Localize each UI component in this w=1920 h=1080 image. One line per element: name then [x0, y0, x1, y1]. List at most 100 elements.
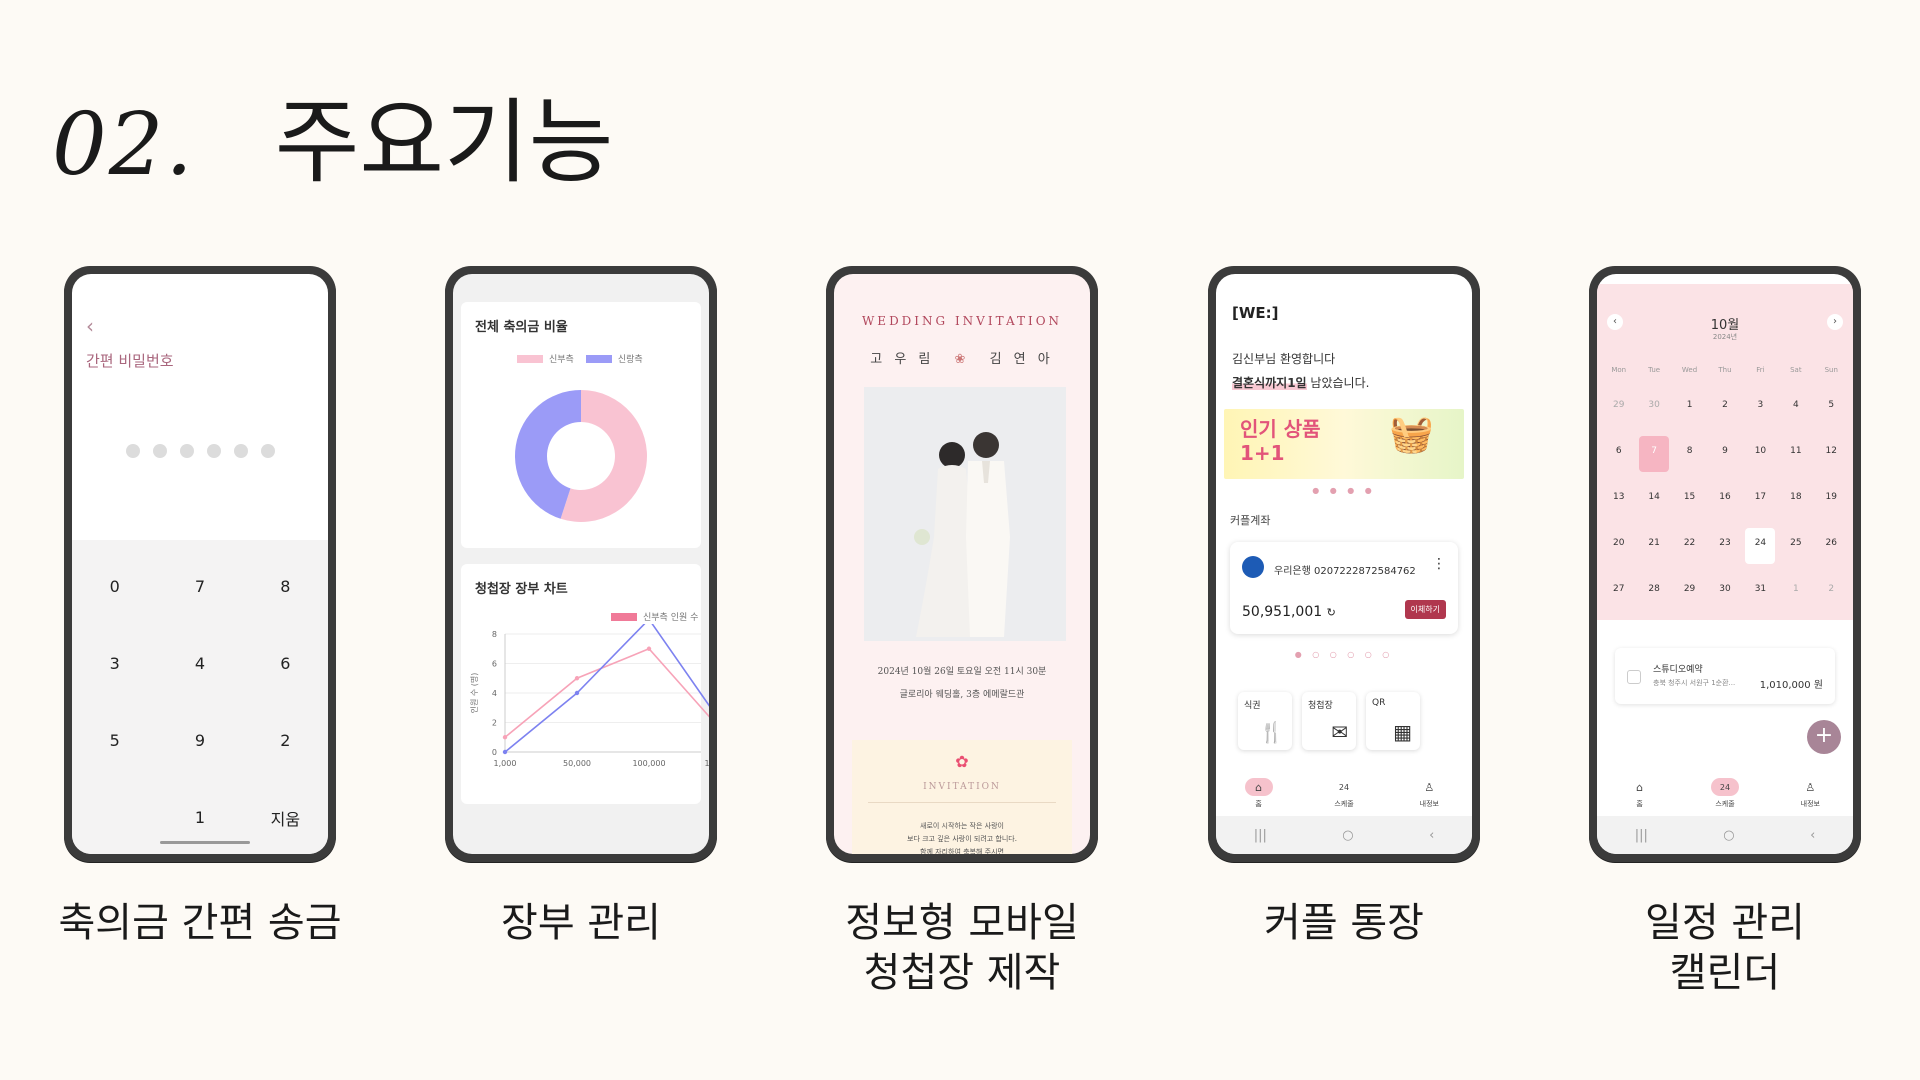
calendar-day[interactable]: 29: [1672, 580, 1707, 626]
calendar-day[interactable]: 3: [1743, 396, 1778, 442]
more-vertical-icon[interactable]: ⋮: [1432, 556, 1446, 572]
day-number: 21: [1648, 538, 1660, 548]
calendar-day[interactable]: 9: [1707, 442, 1742, 488]
delete-button[interactable]: 지움: [243, 779, 328, 854]
calendar-day[interactable]: 16: [1707, 488, 1742, 534]
key-button[interactable]: 9: [157, 702, 242, 779]
recent-apps-icon[interactable]: |||: [1635, 828, 1648, 843]
basket-icon: 🧺: [1389, 414, 1434, 455]
event-title: 스튜디오예약: [1653, 665, 1703, 675]
key-button[interactable]: 8: [243, 548, 328, 625]
key-button[interactable]: 7: [157, 548, 242, 625]
day-number: 24: [1745, 528, 1776, 564]
user-icon: ♙: [1805, 780, 1816, 794]
calendar-day[interactable]: 12: [1814, 442, 1849, 488]
day-number: 15: [1683, 492, 1696, 502]
key-button[interactable]: 6: [243, 625, 328, 702]
nav-schedule[interactable]: 24 스케줄: [1695, 778, 1755, 809]
refresh-icon[interactable]: ↻: [1327, 606, 1336, 619]
calendar-day[interactable]: 7: [1636, 436, 1671, 488]
calendar-day[interactable]: 15: [1672, 488, 1707, 534]
calendar-day[interactable]: 4: [1778, 396, 1813, 442]
key-button[interactable]: 5: [72, 702, 157, 779]
calendar-day[interactable]: 10: [1743, 442, 1778, 488]
phone-screen: [WE:] 김신부님 환영합니다 결혼식까지1일 남았습니다. 인기 상품 1+…: [1216, 274, 1472, 854]
account-balance: 50,951,001 ↻: [1242, 604, 1336, 620]
calendar-day[interactable]: 14: [1636, 488, 1671, 534]
calendar-day[interactable]: 1: [1672, 396, 1707, 442]
transfer-button[interactable]: 이체하기: [1404, 600, 1446, 619]
calendar-day[interactable]: 24: [1743, 528, 1778, 580]
x-tick-label: 100,000: [632, 759, 665, 768]
calendar-day[interactable]: 1: [1778, 580, 1813, 626]
back-icon[interactable]: ‹: [1429, 828, 1434, 843]
day-number: 1: [1686, 400, 1693, 410]
nav-label: 스케줄: [1715, 800, 1735, 808]
chevron-right-icon[interactable]: ›: [1827, 314, 1843, 330]
calendar-day[interactable]: 22: [1672, 534, 1707, 580]
key-button[interactable]: 4: [157, 625, 242, 702]
event-card[interactable]: 스튜디오예약 충북 청주시 서원구 1순환... 1,010,000 원: [1615, 648, 1835, 704]
invitation-tile[interactable]: 청첩장 ✉: [1302, 692, 1356, 750]
calendar-day[interactable]: 5: [1814, 396, 1849, 442]
line-legend: 신부측 인원 수: [611, 610, 698, 623]
calendar-day[interactable]: 20: [1601, 534, 1636, 580]
weekday-label: Sun: [1824, 366, 1838, 374]
calendar-day[interactable]: 18: [1778, 488, 1813, 534]
calendar-day[interactable]: 29: [1601, 396, 1636, 442]
calendar-day[interactable]: 2: [1707, 396, 1742, 442]
calendar-day[interactable]: 21: [1636, 534, 1671, 580]
calendar-day[interactable]: 23: [1707, 534, 1742, 580]
phone-mockup-calendar: ‹ 10월 2024년 › Mon Tue Wed Thu Fri Sat Sun 29 30…: [1589, 266, 1861, 862]
nav-home[interactable]: ⌂ 홈: [1610, 778, 1670, 809]
nav-profile[interactable]: ♙ 내정보: [1780, 778, 1840, 809]
back-icon[interactable]: ‹: [1810, 828, 1815, 843]
calendar-day[interactable]: 30: [1707, 580, 1742, 626]
card-icon: ✉: [1331, 720, 1348, 744]
key-button[interactable]: 3: [72, 625, 157, 702]
divider: [868, 802, 1056, 803]
home-button-icon[interactable]: ○: [1342, 828, 1353, 843]
calendar-day[interactable]: 6: [1601, 442, 1636, 488]
legend-label-bride-count: 신부측 인원 수: [643, 613, 699, 623]
y-tick-label: 8: [492, 630, 497, 639]
add-event-button[interactable]: +: [1807, 720, 1841, 754]
key-button[interactable]: 0: [72, 548, 157, 625]
meal-ticket-tile[interactable]: 식권 🍴: [1238, 692, 1292, 750]
qr-tile[interactable]: QR ▦: [1366, 692, 1420, 750]
x-tick-label: 1,000: [494, 759, 517, 768]
calendar-day[interactable]: 2: [1814, 580, 1849, 626]
day-number: 2: [1722, 400, 1728, 410]
nav-schedule[interactable]: 24 스케줄: [1314, 778, 1374, 809]
chevron-left-icon[interactable]: ‹: [86, 314, 94, 338]
wedding-venue: 글로리아 웨딩홀, 3층 에메랄드관: [899, 690, 1025, 700]
nav-profile[interactable]: ♙ 내정보: [1399, 778, 1459, 809]
recent-apps-icon[interactable]: |||: [1254, 828, 1267, 843]
key-button[interactable]: 2: [243, 702, 328, 779]
home-button-icon[interactable]: ○: [1723, 828, 1734, 843]
calendar-day[interactable]: 19: [1814, 488, 1849, 534]
calendar-day[interactable]: 31: [1743, 580, 1778, 626]
day-number: 4: [1792, 400, 1799, 410]
account-card[interactable]: 우리은행 0207222872584762 ⋮ 50,951,001 ↻ 이체하…: [1230, 542, 1458, 634]
day-number: 20: [1612, 538, 1625, 548]
qr-icon: ▦: [1393, 720, 1412, 744]
day-number: 26: [1825, 538, 1837, 548]
event-checkbox[interactable]: [1627, 670, 1641, 684]
pin-dot: [126, 444, 140, 458]
calendar-day[interactable]: 25: [1778, 534, 1813, 580]
donut-chart-title: 전체 축의금 비율: [475, 320, 568, 335]
day-number: 31: [1754, 584, 1767, 594]
promo-banner[interactable]: 인기 상품 1+1 🧺: [1224, 409, 1464, 479]
calendar-day[interactable]: 8: [1672, 442, 1707, 488]
day-number: 5: [1828, 400, 1835, 410]
nav-home[interactable]: ⌂ 홈: [1229, 778, 1289, 809]
weekday-label: Thu: [1718, 366, 1732, 374]
calendar-day[interactable]: 28: [1636, 580, 1671, 626]
calendar-day[interactable]: 26: [1814, 534, 1849, 580]
pin-dot: [153, 444, 167, 458]
calendar-day[interactable]: 13: [1601, 488, 1636, 534]
calendar-day[interactable]: 27: [1601, 580, 1636, 626]
calendar-icon: 24: [1338, 782, 1350, 792]
calendar-day[interactable]: 11: [1778, 442, 1813, 488]
